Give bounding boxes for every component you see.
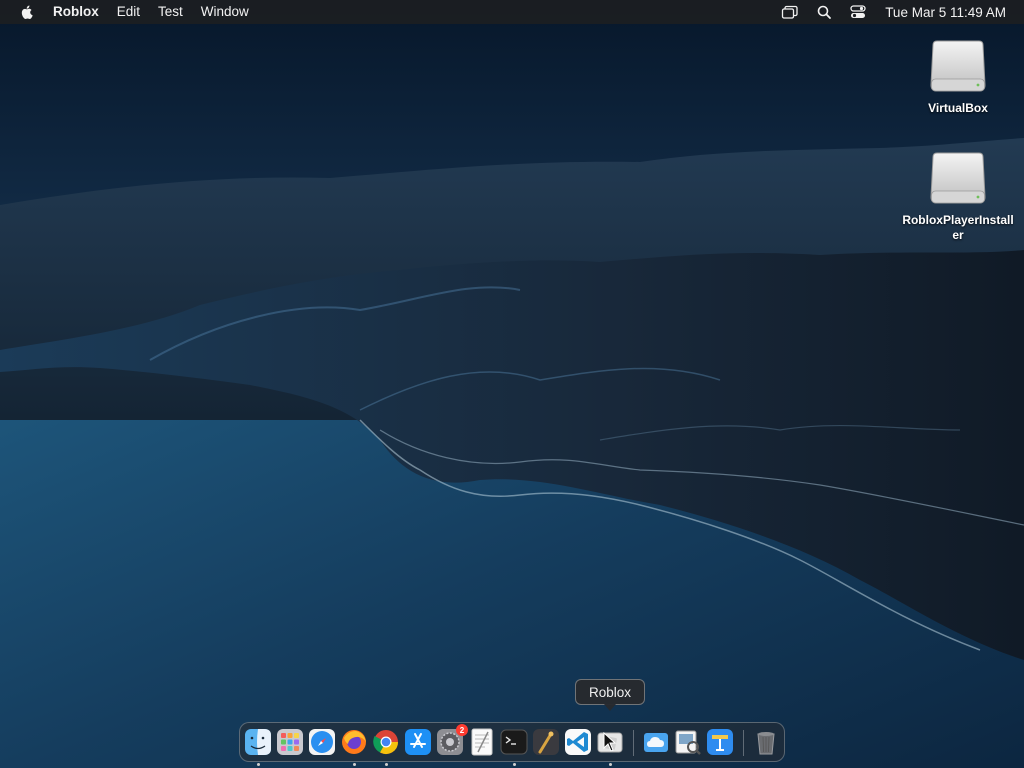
- menu-test[interactable]: Test: [149, 0, 192, 24]
- menu-bar-right: Tue Mar 5 11:49 AM: [773, 0, 1024, 24]
- dock-app-icloud-drive[interactable]: [642, 728, 670, 756]
- disk-image-icon: [930, 40, 986, 92]
- terminal-icon: [500, 729, 528, 755]
- desktop-icon-virtualbox[interactable]: VirtualBox: [898, 35, 1018, 116]
- trash-icon: [757, 732, 775, 755]
- dock-app-chrome[interactable]: [372, 728, 400, 766]
- running-indicator: [352, 763, 356, 766]
- dock-tooltip: Roblox: [575, 679, 645, 705]
- running-indicator: [512, 763, 516, 766]
- dock-app-textedit[interactable]: [468, 728, 496, 756]
- desktop-icon-label: RobloxPlayerInstaller: [902, 213, 1014, 242]
- dock-app-keynote[interactable]: [706, 728, 734, 756]
- dock-tooltip-arrow: [604, 704, 616, 711]
- desktop-wallpaper: [0, 0, 1024, 768]
- menu-window[interactable]: Window: [192, 0, 258, 24]
- menu-edit[interactable]: Edit: [108, 0, 149, 24]
- dock-separator: [743, 730, 744, 756]
- running-indicator: [384, 763, 388, 766]
- apple-menu-icon[interactable]: [19, 4, 35, 20]
- disk-image-icon: [930, 152, 986, 204]
- dock-app-safari[interactable]: [308, 728, 336, 756]
- screen-mirroring-icon[interactable]: [781, 4, 799, 20]
- dock-separator: [633, 730, 634, 756]
- running-indicator: [608, 763, 612, 766]
- dock-app-finder[interactable]: [244, 728, 272, 766]
- dock-app-vscode[interactable]: [564, 728, 592, 756]
- app-store-icon: [405, 729, 431, 755]
- desktop-icon-label: VirtualBox: [928, 101, 988, 115]
- running-indicator: [256, 763, 260, 766]
- menu-bar: Roblox Edit Test Window Tue Mar 5 11:49 …: [0, 0, 1024, 24]
- launchpad-icon: [277, 729, 303, 755]
- menu-app-name[interactable]: Roblox: [53, 0, 108, 24]
- mouse-cursor-icon: [603, 732, 617, 752]
- dock-app-terminal[interactable]: [500, 728, 528, 766]
- dock-app-firefox[interactable]: [340, 728, 368, 766]
- dock-app-system-settings[interactable]: 2: [436, 724, 468, 756]
- dock-app-preview[interactable]: [674, 728, 702, 756]
- dock: 2: [239, 722, 785, 766]
- chrome-icon: [373, 730, 398, 755]
- menu-bar-clock[interactable]: Tue Mar 5 11:49 AM: [885, 5, 1006, 20]
- keynote-icon: [707, 729, 733, 755]
- dock-app-instruments[interactable]: [532, 728, 560, 756]
- desktop-icon-robloxplayerinstaller[interactable]: RobloxPlayerInstaller: [898, 147, 1018, 243]
- safari-icon: [309, 729, 335, 755]
- instruments-icon: [533, 729, 559, 755]
- spotlight-search-icon[interactable]: [815, 4, 833, 20]
- dock-app-launchpad[interactable]: [276, 728, 304, 756]
- finder-icon: [245, 729, 271, 755]
- vscode-icon: [565, 729, 591, 755]
- textedit-icon: [471, 728, 493, 756]
- preview-icon: [675, 730, 701, 755]
- cloud-folder-icon: [644, 733, 668, 752]
- firefox-icon: [342, 730, 366, 754]
- control-center-icon[interactable]: [849, 4, 867, 20]
- notification-badge: 2: [456, 724, 468, 736]
- dock-app-app-store[interactable]: [404, 728, 432, 756]
- menu-bar-left: Roblox Edit Test Window: [0, 0, 258, 24]
- dock-app-trash[interactable]: [752, 728, 780, 756]
